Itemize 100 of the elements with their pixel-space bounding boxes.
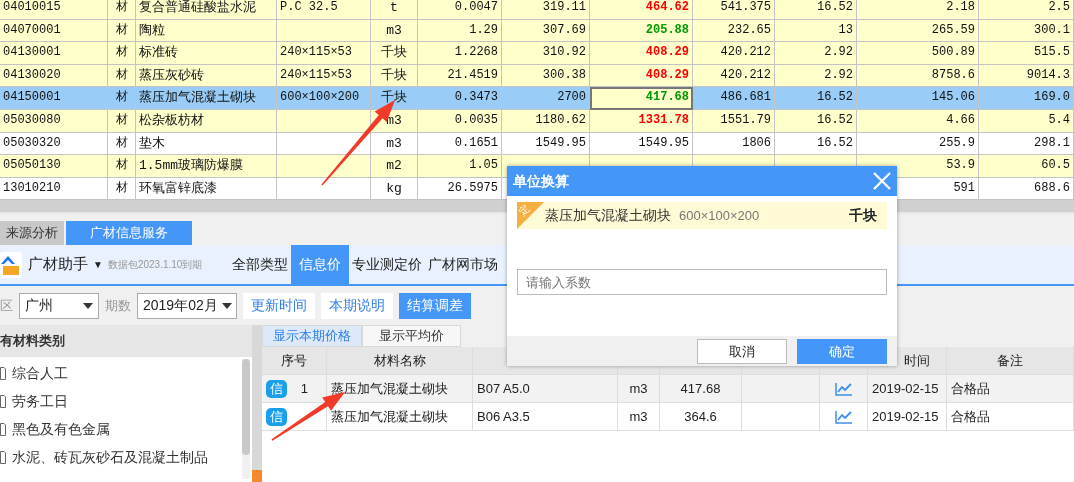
table-cell: m2 [371,155,418,178]
table-cell: 16.52 [775,132,857,156]
table-cell: 千块 [371,42,418,65]
table-cell: 环氧富锌底漆 [136,177,277,200]
table-cell: 04010015 [0,0,108,20]
table-cell: 307.69 [502,19,590,43]
info-badge: 信 [266,407,287,426]
table-cell: 材 [108,155,136,178]
table-cell: 04130001 [0,42,108,65]
table-cell: 2.18 [857,0,979,20]
expiry-note: 数据包2023.1.10到期 [107,258,203,272]
table-cell: 1806 [693,132,775,156]
table-cell: 材 [108,19,136,43]
column-header: 序号 [262,347,327,375]
table-cell: 205.88 [590,19,693,43]
table-cell: 310.92 [502,42,590,65]
table-cell: 408.29 [590,64,693,88]
table-cell: 千块 [371,87,418,110]
table-cell: 蒸压灰砂砖 [136,64,277,88]
table-cell: P.C 32.5 [277,0,371,20]
table-cell: 4.66 [857,109,979,133]
table-cell: 265.59 [857,19,979,43]
table-cell: 364.6 [660,403,742,431]
table-cell: 1549.95 [590,132,693,156]
table-cell: 垫木 [136,132,277,156]
app-title: 广材助手 [28,254,88,275]
table-cell: 蒸压加气混凝土砌块 [136,87,277,110]
table-cell: 2.5 [979,0,1074,20]
column-header: 备注 [947,347,1074,375]
table-cell: 300.1 [979,19,1074,43]
table-cell: 500.89 [857,42,979,65]
table-cell: 材 [108,0,136,20]
table-cell: 材 [108,64,136,88]
table-cell: B07 A5.0 [473,375,618,403]
table-cell: 1.5mm玻璃防爆膜 [136,155,277,178]
table-cell: 8758.6 [857,64,979,88]
table-cell: B06 A3.5 [473,403,618,431]
table-cell: 05050130 [0,155,108,178]
table-cell: 04130020 [0,64,108,88]
table-cell: m3 [371,132,418,156]
table-cell: 2019-02-15 [868,375,947,403]
table-cell: 材 [108,87,136,110]
table-cell: 0.0035 [418,109,502,133]
material-name: 蒸压加气混凝土砌块 [545,206,671,225]
table-cell: 600×100×200 [277,87,371,110]
field-label: 期数 [105,296,131,315]
table-cell: 688.6 [979,177,1074,200]
table-cell: t [371,0,418,20]
table-cell: 0.3473 [418,87,502,110]
table-cell: m3 [618,375,660,403]
table-cell: 松杂板枋材 [136,109,277,133]
table-cell: 2019-02-15 [868,403,947,431]
table-cell: 240×115×53 [277,42,371,65]
table-cell: 05030320 [0,132,108,156]
table-cell: 408.29 [590,42,693,65]
table-cell: 0.1651 [418,132,502,156]
table-cell: 26.5975 [418,177,502,200]
material-spec: 600×100×200 [679,206,760,225]
panel-title: 有材料类别 [0,325,252,357]
table-cell: 标准砖 [136,42,277,65]
unit-label: 千块 [849,206,877,225]
table-cell: 298.1 [979,132,1074,156]
table-cell: 2700 [502,87,590,110]
table-cell: 2.92 [775,64,857,88]
field-label: 区 [0,296,13,315]
table-cell: 169.0 [979,87,1074,110]
table-cell: kg [371,177,418,200]
table-cell: 21.4519 [418,64,502,88]
table-cell: 5.4 [979,109,1074,133]
corner-tag: 定 [517,202,544,229]
table-cell: 复合普通硅酸盐水泥 [136,0,277,20]
table-cell: m3 [371,19,418,43]
table-cell: 9014.3 [979,64,1074,88]
table-cell: 千块 [371,64,418,88]
table-cell: 420.212 [693,42,775,65]
table-cell: 541.375 [693,0,775,20]
table-cell: 13 [775,19,857,43]
table-cell: 255.9 [857,132,979,156]
table-cell: m3 [618,403,660,431]
info-badge: 信 [266,379,287,398]
table-cell: 420.212 [693,64,775,88]
table-cell: 417.68 [590,87,693,110]
table-cell: 材 [108,177,136,200]
table-cell: 05030080 [0,109,108,133]
table-cell: 信 1 [262,375,327,403]
table-cell: 60.5 [979,155,1074,178]
table-cell: 232.65 [693,19,775,43]
table-cell: 材 [108,42,136,65]
table-cell: 515.5 [979,42,1074,65]
table-cell: 合格品 [947,375,1074,403]
table-cell: 486.681 [693,87,775,110]
table-cell: 240×115×53 [277,64,371,88]
table-cell: 13010210 [0,177,108,200]
table-cell: 蒸压加气混凝土砌块 [327,375,473,403]
table-cell: 464.62 [590,0,693,20]
table-cell: 2.92 [775,42,857,65]
table-cell: 16.52 [775,109,857,133]
table-cell: 04150001 [0,87,108,110]
table-cell: 1.05 [418,155,502,178]
table-cell: 1180.62 [502,109,590,133]
